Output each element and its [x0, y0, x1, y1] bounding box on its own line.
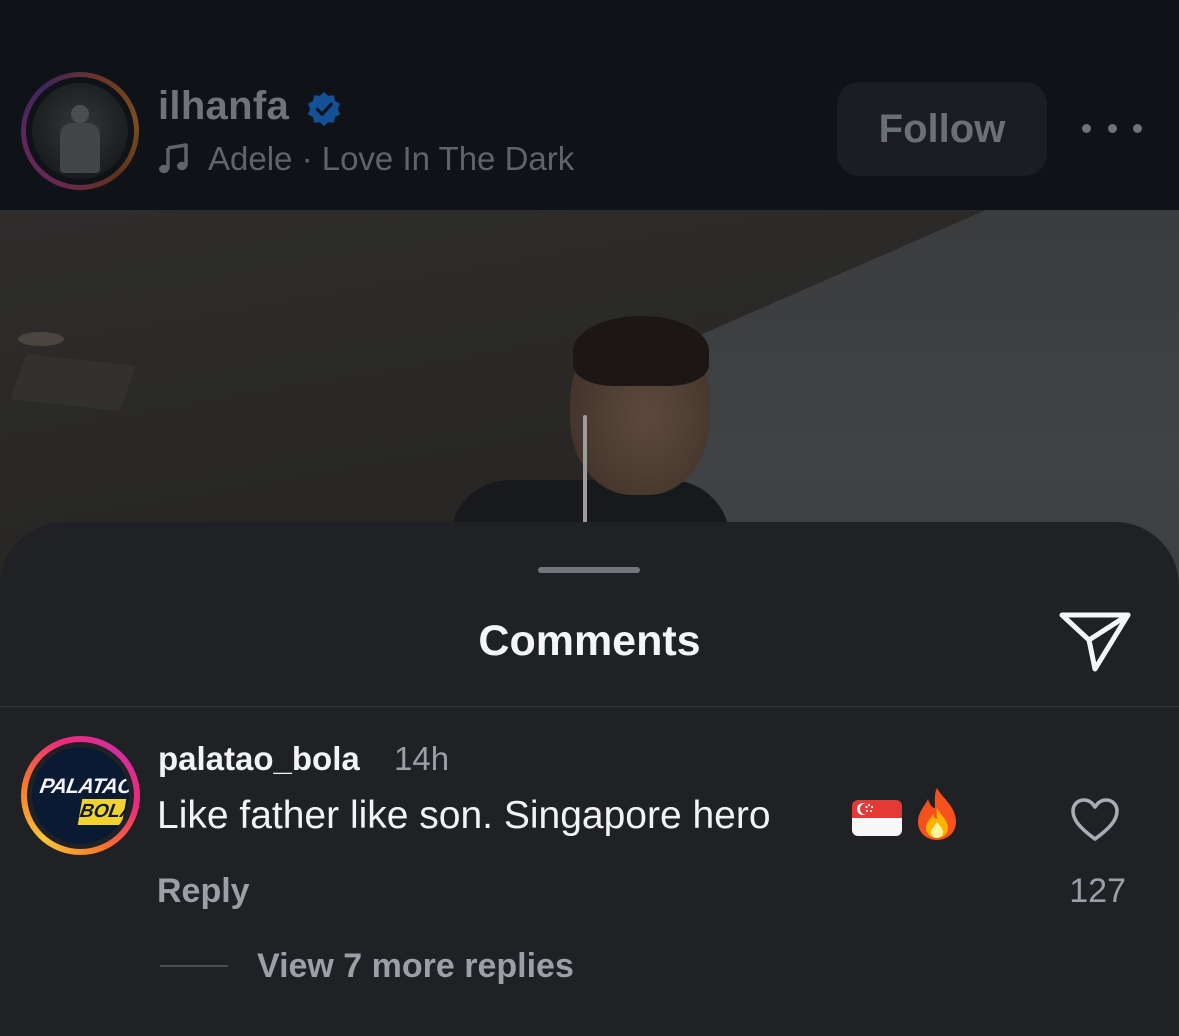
- palatao-bola-logo: PALATAO BOLA: [32, 747, 129, 844]
- profile-avatar[interactable]: [21, 72, 139, 190]
- comment-avatar[interactable]: PALATAO BOLA: [21, 736, 140, 855]
- singapore-flag-icon: [852, 800, 902, 836]
- post-username[interactable]: ilhanfa: [158, 84, 289, 128]
- post-header: ilhanfa Adele · Love In The Dark Follow: [0, 0, 1179, 210]
- photo-earphone-wire: [583, 415, 587, 525]
- fire-icon: [918, 788, 956, 840]
- like-count: 127: [1069, 872, 1126, 910]
- sheet-divider: [0, 706, 1179, 707]
- comment-username[interactable]: palatao_bola: [158, 740, 360, 778]
- follow-button[interactable]: Follow: [837, 82, 1047, 176]
- send-paper-plane-icon[interactable]: [1058, 607, 1132, 673]
- photo-person-hair: [573, 316, 709, 386]
- sheet-title: Comments: [478, 617, 701, 665]
- heart-like-icon[interactable]: [1070, 797, 1120, 843]
- reel-comments-screen: ilhanfa Adele · Love In The Dark Follow: [0, 0, 1179, 1036]
- more-options-button[interactable]: [1082, 108, 1142, 148]
- replies-divider-line: [160, 965, 228, 967]
- avatar-figure-head: [71, 105, 89, 123]
- music-track-label[interactable]: Adele · Love In The Dark: [208, 140, 574, 178]
- reply-button[interactable]: Reply: [157, 872, 250, 911]
- photo-ceiling-light: [18, 332, 64, 346]
- more-dot: [1133, 123, 1142, 133]
- sheet-drag-handle[interactable]: [538, 567, 640, 573]
- logo-text-line2: BOLA: [77, 799, 129, 825]
- more-dot: [1107, 123, 1117, 133]
- comment-text: Like father like son. Singapore hero: [157, 794, 771, 837]
- verified-badge-icon: [307, 91, 341, 127]
- avatar-photo: [32, 83, 128, 179]
- comment-timestamp: 14h: [394, 740, 450, 777]
- comments-sheet: Comments PALATAO BOLA palatao_bola 14h L…: [0, 522, 1179, 1036]
- avatar-figure-body: [60, 123, 100, 173]
- music-note-icon: [159, 143, 188, 174]
- view-more-replies-button[interactable]: View 7 more replies: [257, 947, 574, 986]
- logo-text-line1: PALATAO: [38, 775, 129, 798]
- more-dot: [1082, 123, 1091, 133]
